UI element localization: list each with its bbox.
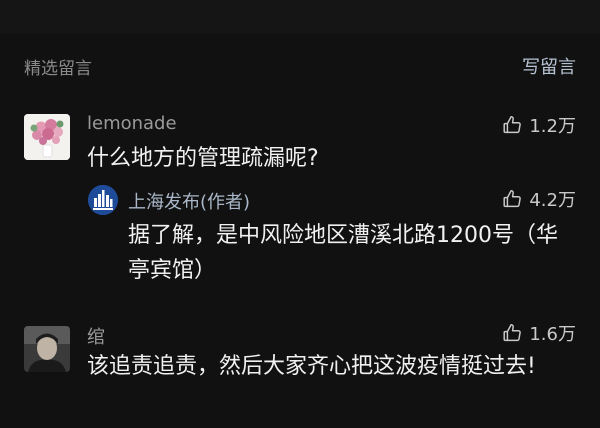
like-button[interactable]: 4.2万 bbox=[501, 186, 576, 212]
like-button[interactable]: 1.2万 bbox=[501, 112, 576, 138]
like-button[interactable]: 1.6万 bbox=[501, 320, 576, 346]
section-title: 精选留言 bbox=[24, 59, 92, 79]
person-photo-image bbox=[24, 326, 70, 372]
reply-username[interactable]: 上海发布(作者) bbox=[128, 188, 250, 214]
thumbs-up-icon bbox=[503, 116, 522, 134]
comments-section-header: 精选留言 写留言 bbox=[24, 51, 576, 81]
thumbs-up-icon bbox=[503, 190, 522, 208]
avatar-lemonade[interactable] bbox=[24, 114, 70, 160]
flower-vase-image bbox=[24, 114, 70, 160]
like-count: 1.2万 bbox=[529, 116, 576, 137]
thumbs-up-icon bbox=[503, 324, 522, 342]
write-comment-button[interactable]: 写留言 bbox=[522, 53, 576, 79]
author-avatar[interactable] bbox=[88, 185, 118, 215]
like-count: 4.2万 bbox=[529, 190, 576, 211]
reply-text: 据了解，是中风险地区漕溪北路1200号（华亭宾馆） bbox=[128, 223, 558, 283]
comment-username[interactable]: lemonade bbox=[87, 113, 177, 134]
comment-text: 什么地方的管理疏漏呢? bbox=[87, 146, 319, 171]
comment-username[interactable]: 绾 bbox=[87, 323, 105, 349]
city-logo-icon bbox=[88, 185, 118, 215]
comment-text: 该追责追责，然后大家齐心把这波疫情挺过去! bbox=[87, 354, 536, 379]
avatar-user[interactable] bbox=[24, 326, 70, 372]
top-bar bbox=[0, 0, 600, 34]
like-count: 1.6万 bbox=[529, 324, 576, 345]
